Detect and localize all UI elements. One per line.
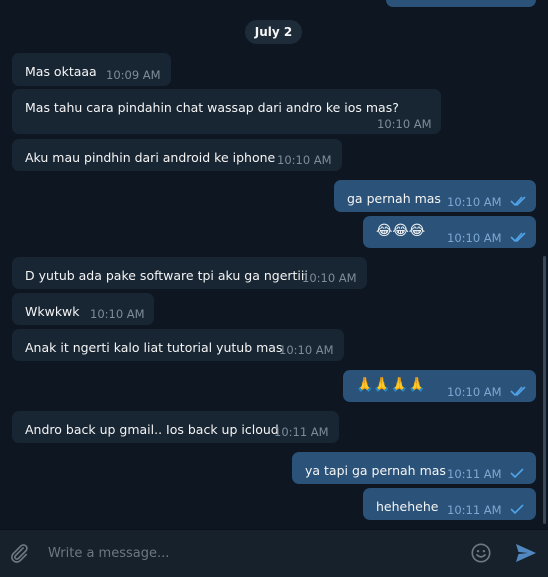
message-outgoing[interactable]: ga pernah mas 10:10 AM [334, 180, 536, 212]
message-time: 10:11 AM [447, 467, 502, 481]
message-time: 10:10 AM [302, 271, 357, 285]
message-text: Aku mau pindhin dari android ke iphone [25, 150, 276, 165]
check-icon [510, 504, 524, 515]
chat-scrollbar[interactable] [543, 256, 546, 524]
message-text: 😂😂😂 [376, 223, 426, 239]
message-text: Mas oktaaa [25, 64, 97, 79]
message-outgoing[interactable]: 😂😂😂 10:10 AM [363, 216, 536, 248]
message-incoming[interactable]: Anak it ngerti kalo liat tutorial yutub … [12, 329, 344, 361]
paperclip-icon[interactable] [8, 542, 30, 564]
message-time: 10:10 AM [279, 343, 334, 357]
message-text: ya tapi ga pernah mas [305, 463, 446, 478]
message-input[interactable] [44, 540, 454, 566]
double-check-icon [510, 196, 526, 207]
message-time: 10:11 AM [447, 503, 502, 517]
message-incoming[interactable]: Wkwkwk 10:10 AM [12, 293, 154, 325]
message-text: Andro back up gmail.. Ios back up icloud [25, 422, 279, 437]
message-text: Anak it ngerti kalo liat tutorial yutub … [25, 340, 283, 355]
message-text: 🙏🙏🙏🙏 [356, 377, 426, 393]
message-text: ga pernah mas [347, 191, 441, 206]
message-time: 10:10 AM [447, 195, 502, 209]
double-check-icon [510, 232, 526, 243]
message-time: 10:11 AM [274, 425, 329, 439]
message-text: D yutub ada pake software tpi aku ga nge… [25, 268, 308, 283]
message-outgoing[interactable]: 🙏🙏🙏🙏 10:10 AM [343, 370, 536, 402]
message-outgoing[interactable]: ya tapi ga pernah mas 10:11 AM [292, 452, 536, 484]
message-incoming[interactable]: D yutub ada pake software tpi aku ga nge… [12, 257, 367, 289]
message-text: hehehehe [376, 499, 439, 514]
previous-message-bubble [386, 0, 536, 7]
emoji-icon[interactable] [470, 542, 492, 564]
message-text: Wkwkwk [25, 304, 80, 319]
message-time: 10:10 AM [277, 153, 332, 167]
message-outgoing[interactable]: hehehehe 10:11 AM [363, 488, 536, 520]
message-text: Mas tahu cara pindahin chat wassap dari … [25, 100, 399, 115]
message-incoming[interactable]: Aku mau pindhin dari android ke iphone 1… [12, 139, 342, 171]
chat-area: July 2 Mas oktaaa 10:09 AM Mas tahu cara… [0, 0, 548, 529]
message-incoming[interactable]: Andro back up gmail.. Ios back up icloud… [12, 411, 339, 443]
message-time: 10:10 AM [90, 307, 145, 321]
message-time: 10:10 AM [447, 231, 502, 245]
message-incoming[interactable]: Mas oktaaa 10:09 AM [12, 53, 171, 86]
message-time: 10:10 AM [377, 117, 432, 131]
double-check-icon [510, 386, 526, 397]
message-incoming[interactable]: Mas tahu cara pindahin chat wassap dari … [12, 89, 441, 134]
message-composer [0, 529, 548, 577]
date-divider: July 2 [245, 20, 302, 44]
message-time: 10:09 AM [106, 68, 161, 82]
message-time: 10:10 AM [447, 385, 502, 399]
check-icon [510, 468, 524, 479]
send-icon[interactable] [514, 541, 538, 565]
